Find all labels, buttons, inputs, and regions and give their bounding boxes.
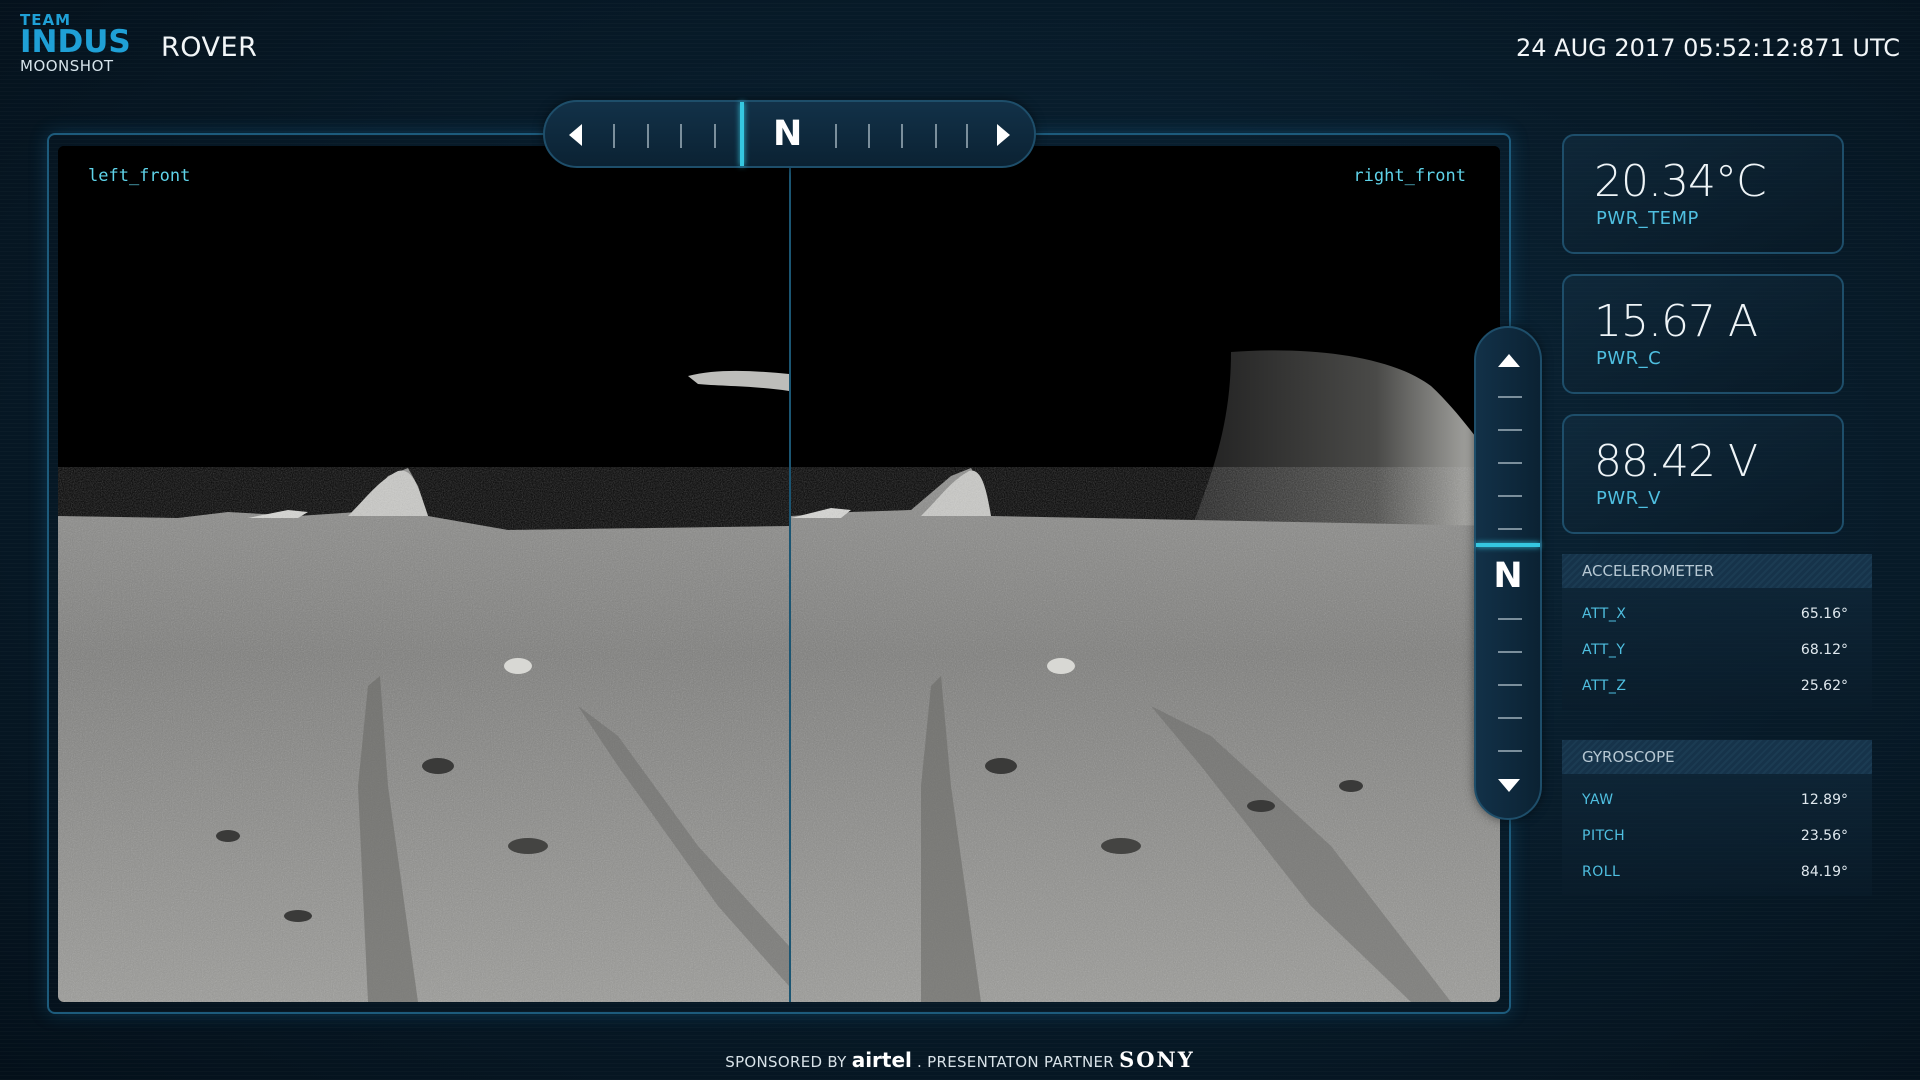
metric-value: 88.42 V [1594,436,1758,487]
partner-text: . PRESENTATON PARTNER [916,1053,1114,1071]
compass-tick [680,124,682,148]
compass-tick [835,124,837,148]
sensor-value: 25.62° [1800,678,1848,694]
compass-tick [935,124,937,148]
sponsored-by-text: SPONSORED BY [725,1053,847,1071]
compass-tick [1498,462,1522,464]
airtel-logo: airtel [851,1048,912,1072]
sensor-row: YAW 12.89° [1562,782,1872,818]
tilt-up-icon[interactable] [1498,354,1520,367]
compass-tick [1498,684,1522,686]
sensor-key: YAW [1582,792,1614,808]
metric-value: 20.34°C [1594,156,1767,207]
sensor-row: PITCH 23.56° [1562,818,1872,854]
compass-tick [1498,717,1522,719]
compass-tick [647,124,649,148]
metric-label: PWR_TEMP [1596,208,1699,229]
sensor-key: ATT_Y [1582,642,1626,658]
sensor-value: 68.12° [1800,642,1848,658]
sensor-row: ATT_Z 25.62° [1562,668,1872,704]
heading-label: N [773,114,803,154]
metric-card-pwr-c: 15.67 A PWR_C [1562,274,1844,394]
sensor-value: 23.56° [1800,828,1848,844]
left-camera-label: left_front [88,166,191,186]
tilt-indicator [1476,543,1540,547]
right-camera-image [791,146,1500,1002]
left-camera-feed [58,146,789,1002]
logo-name-text: INDUS [20,24,131,60]
gyroscope-title: GYROSCOPE [1562,740,1872,774]
utc-timestamp: 24 AUG 2017 05:52:12:871 UTC [1516,34,1900,62]
sensor-key: ATT_Z [1582,678,1627,694]
accelerometer-rows: ATT_X 65.16° ATT_Y 68.12° ATT_Z 25.62° [1562,588,1872,710]
sensor-row: ROLL 84.19° [1562,854,1872,890]
left-camera-image [58,146,789,1002]
compass-tick [1498,618,1522,620]
sensor-row: ATT_X 65.16° [1562,596,1872,632]
team-indus-logo: TEAM INDUS MOONSHOT [20,12,131,76]
metric-value: 15.67 A [1594,296,1758,347]
tilt-heading-label: N [1493,556,1523,596]
gyroscope-panel: GYROSCOPE YAW 12.89° PITCH 23.56° ROLL 8… [1562,740,1872,896]
horizontal-compass[interactable]: N [543,100,1036,168]
compass-tick [613,124,615,148]
compass-tick [901,124,903,148]
sensor-value: 12.89° [1800,792,1848,808]
sensor-row: ATT_Y 68.12° [1562,632,1872,668]
heading-indicator [740,102,744,166]
tilt-down-icon[interactable] [1498,779,1520,792]
compass-tick [966,124,968,148]
accelerometer-panel: ACCELEROMETER ATT_X 65.16° ATT_Y 68.12° … [1562,554,1872,710]
pan-right-icon[interactable] [997,124,1010,146]
sensor-key: ROLL [1582,864,1621,880]
compass-tick [1498,750,1522,752]
right-camera-label: right_front [1353,166,1466,186]
accelerometer-title: ACCELEROMETER [1562,554,1872,588]
compass-tick [1498,396,1522,398]
gyroscope-rows: YAW 12.89° PITCH 23.56° ROLL 84.19° [1562,774,1872,896]
logo-sub-text: MOONSHOT [20,57,114,75]
compass-tick [1498,495,1522,497]
compass-tick [1498,651,1522,653]
metric-card-pwr-v: 88.42 V PWR_V [1562,414,1844,534]
metric-card-pwr-temp: 20.34°C PWR_TEMP [1562,134,1844,254]
sensor-key: ATT_X [1582,606,1627,622]
sponsor-footer: SPONSORED BY airtel . PRESENTATON PARTNE… [0,1047,1920,1072]
compass-tick [1498,528,1522,530]
right-camera-feed [791,146,1500,1002]
sensor-value: 84.19° [1800,864,1848,880]
metric-label: PWR_C [1596,348,1662,369]
page-title: ROVER [161,32,258,63]
pan-left-icon[interactable] [569,124,582,146]
sony-logo: SONY [1119,1047,1195,1072]
metric-label: PWR_V [1596,488,1661,509]
vertical-compass[interactable]: N [1474,326,1542,820]
compass-tick [714,124,716,148]
compass-tick [1498,429,1522,431]
sensor-key: PITCH [1582,828,1626,844]
sensor-value: 65.16° [1800,606,1848,622]
compass-tick [868,124,870,148]
